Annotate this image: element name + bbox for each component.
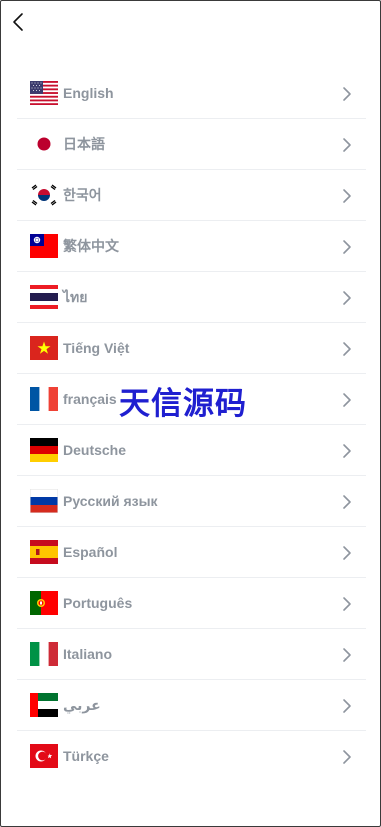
russia-flag-icon: [30, 489, 58, 513]
language-item-vietnamese[interactable]: Tiếng Việt: [17, 323, 366, 374]
app-frame: English 日本語 한국어 繁体中文 ไทย Tiếng Việt fran…: [0, 0, 381, 827]
language-item-turkish[interactable]: Türkçe: [17, 731, 366, 781]
taiwan-flag-icon: [30, 234, 58, 258]
language-item-portuguese[interactable]: Português: [17, 578, 366, 629]
language-label: عربي: [63, 697, 101, 713]
japan-flag-icon: [30, 132, 58, 156]
chevron-right-icon: [343, 546, 351, 560]
language-label: Tiếng Việt: [63, 340, 130, 356]
thailand-flag-icon: [30, 285, 58, 309]
language-item-traditional-chinese[interactable]: 繁体中文: [17, 221, 366, 272]
chevron-right-icon: [343, 699, 351, 713]
back-button[interactable]: [9, 11, 31, 33]
language-label: 日本語: [63, 136, 105, 152]
chevron-right-icon: [343, 393, 351, 407]
spain-flag-icon: [30, 540, 58, 564]
language-item-korean[interactable]: 한국어: [17, 170, 366, 221]
chevron-right-icon: [343, 138, 351, 152]
language-label: ไทย: [63, 289, 88, 305]
france-flag-icon: [30, 387, 58, 411]
language-label: 한국어: [63, 187, 102, 203]
turkey-flag-icon: [30, 744, 58, 768]
language-label: Русский язык: [63, 493, 158, 509]
chevron-right-icon: [343, 444, 351, 458]
language-label: Italiano: [63, 646, 113, 662]
language-label: Deutsche: [63, 442, 127, 458]
chevron-right-icon: [343, 240, 351, 254]
language-item-japanese[interactable]: 日本語: [17, 119, 366, 170]
chevron-right-icon: [343, 495, 351, 509]
language-item-arabic[interactable]: عربي: [17, 680, 366, 731]
chevron-right-icon: [343, 750, 351, 764]
language-item-russian[interactable]: Русский язык: [17, 476, 366, 527]
chevron-right-icon: [343, 648, 351, 662]
uae-flag-icon: [30, 693, 58, 717]
language-item-thai[interactable]: ไทย: [17, 272, 366, 323]
language-item-spanish[interactable]: Español: [17, 527, 366, 578]
chevron-right-icon: [343, 342, 351, 356]
chevron-right-icon: [343, 189, 351, 203]
language-label: 繁体中文: [63, 238, 119, 254]
language-item-english[interactable]: English: [17, 68, 366, 119]
portugal-flag-icon: [30, 591, 58, 615]
language-label: English: [63, 85, 114, 101]
language-label: Türkçe: [63, 748, 109, 764]
language-label: Español: [63, 544, 118, 560]
germany-flag-icon: [30, 438, 58, 462]
watermark-text: 天信源码: [119, 386, 247, 422]
language-item-german[interactable]: Deutsche: [17, 425, 366, 476]
vietnam-flag-icon: [30, 336, 58, 360]
chevron-right-icon: [343, 87, 351, 101]
italy-flag-icon: [30, 642, 58, 666]
language-list: English 日本語 한국어 繁体中文 ไทย Tiếng Việt fran…: [17, 68, 366, 781]
us-flag-icon: [30, 81, 58, 105]
korea-flag-icon: [30, 183, 58, 207]
language-label: français: [63, 391, 117, 407]
language-item-italian[interactable]: Italiano: [17, 629, 366, 680]
back-arrow-icon: [13, 13, 23, 31]
chevron-right-icon: [343, 291, 351, 305]
language-label: Português: [63, 595, 133, 611]
chevron-right-icon: [343, 597, 351, 611]
